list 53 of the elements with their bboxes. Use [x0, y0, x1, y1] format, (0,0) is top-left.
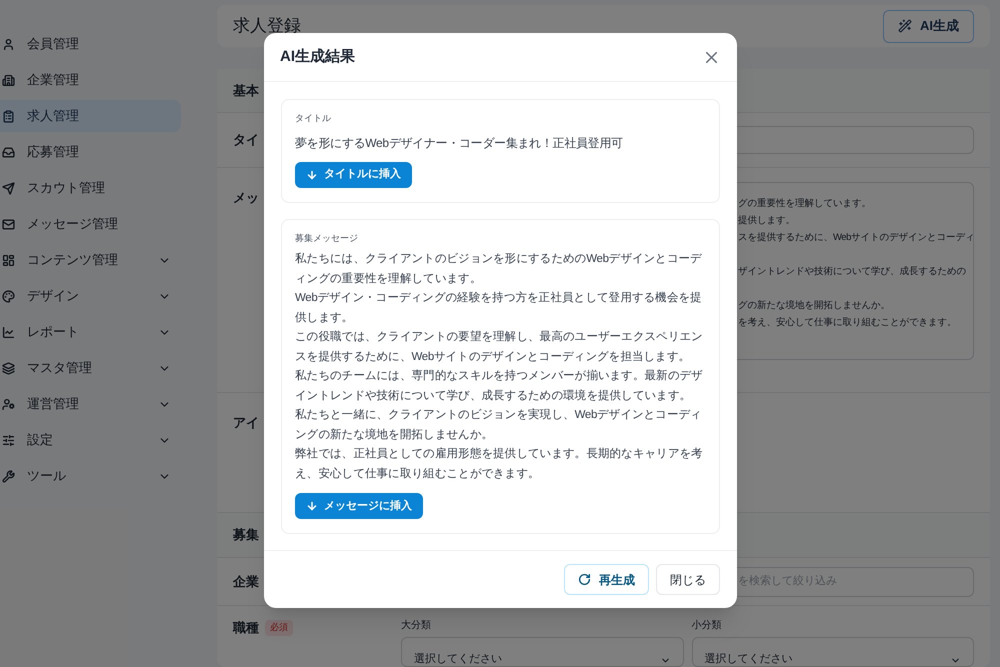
wrench-icon	[2, 470, 15, 482]
sidebar-item[interactable]: レポート	[0, 316, 181, 348]
sidebar-item[interactable]: メッセージ管理	[0, 208, 181, 240]
sidebar-item[interactable]: スカウト管理	[0, 172, 181, 204]
arrow-down-icon	[306, 500, 318, 512]
field-label: アイ	[233, 414, 259, 432]
building-icon	[2, 74, 15, 86]
sidebar-item[interactable]: デザイン	[0, 280, 181, 312]
refresh-icon	[578, 573, 591, 586]
regenerate-button[interactable]: 再生成	[564, 564, 649, 595]
inbox-icon	[2, 146, 15, 158]
ai-generate-button[interactable]: AI生成	[883, 10, 974, 42]
category-select[interactable]: 選択してください	[692, 637, 974, 667]
generated-title: 夢を形にするWebデザイナー・コーダー集まれ！正社員登用可	[295, 134, 624, 152]
sidebar-item[interactable]: 求人管理	[0, 100, 181, 132]
field-label: 小分類	[692, 618, 722, 633]
sidebar-item[interactable]: コンテンツ管理	[0, 244, 181, 276]
field-label: タイ	[233, 132, 259, 147]
section-heading: 募集	[233, 526, 259, 544]
page-title: 求人登録	[233, 15, 301, 38]
sidebar-item[interactable]: マスタ管理	[0, 352, 181, 384]
field-label: 大分類	[401, 618, 432, 633]
field-label: 企業	[233, 574, 259, 588]
insert-title-button[interactable]: タイトルに挿入	[295, 162, 412, 188]
insert-message-button[interactable]: メッセージに挿入	[295, 493, 423, 519]
field-label: 職種	[233, 619, 259, 637]
section-heading: 基本	[233, 82, 259, 100]
sidebar-item[interactable]: 設定	[0, 424, 181, 456]
sliders-icon	[2, 434, 15, 446]
envelope-icon	[2, 218, 15, 230]
magic-wand-icon	[898, 19, 912, 33]
line-chart-icon	[2, 326, 15, 338]
paper-plane-icon	[2, 182, 15, 194]
category-select[interactable]: 選択してください	[401, 637, 684, 667]
layers-icon	[2, 362, 15, 374]
generated-message: 私たちには、クライアントのビジョンを形にするためのWebデザインとコーディングの重要性を理解しています。 Webデザイン・コーディングの経験を持つ方を正社員として登用する機会を提供します。 この役職では、クライアントの要望を理解し、最高のユーザーエクスペリエンスを提供するために、Webサイトのデザインとコーディングを担当します。 私たちのチームには、専門的なスキルを持つメンバーが揃います。最新のデザイントレンドや技術について学び、成長するための環境を提供しています。 私たちと一緒に、クライアントのビジョンを実現し、Webデザインとコーディングの新たな境地を開拓しませんか。 弊社では、正社員としての雇用形態を提供しています。長期的なキャリアを考え、安心して仕事に取り組むことができます。	[295, 252, 704, 482]
card-label: タイトル	[295, 112, 332, 125]
field-label: メッ	[233, 190, 259, 205]
sidebar-item[interactable]: 運営管理	[0, 388, 181, 420]
required-badge: 必須	[265, 620, 293, 636]
user-gear-icon	[2, 398, 15, 410]
clipboard-icon	[2, 110, 15, 122]
card-label: 募集メッセージ	[295, 232, 359, 244]
user-icon	[2, 38, 15, 50]
dialog-title: AI生成結果	[280, 46, 355, 67]
sidebar-item[interactable]: 応募管理	[0, 136, 181, 168]
palette-icon	[2, 290, 15, 302]
sidebar-item[interactable]: 会員管理	[0, 28, 181, 60]
arrow-down-icon	[306, 168, 318, 180]
close-button[interactable]: 閉じる	[656, 564, 720, 595]
sidebar-item[interactable]: 企業管理	[0, 64, 181, 96]
layout-icon	[2, 254, 15, 266]
sidebar-item[interactable]: ツール	[0, 460, 181, 492]
